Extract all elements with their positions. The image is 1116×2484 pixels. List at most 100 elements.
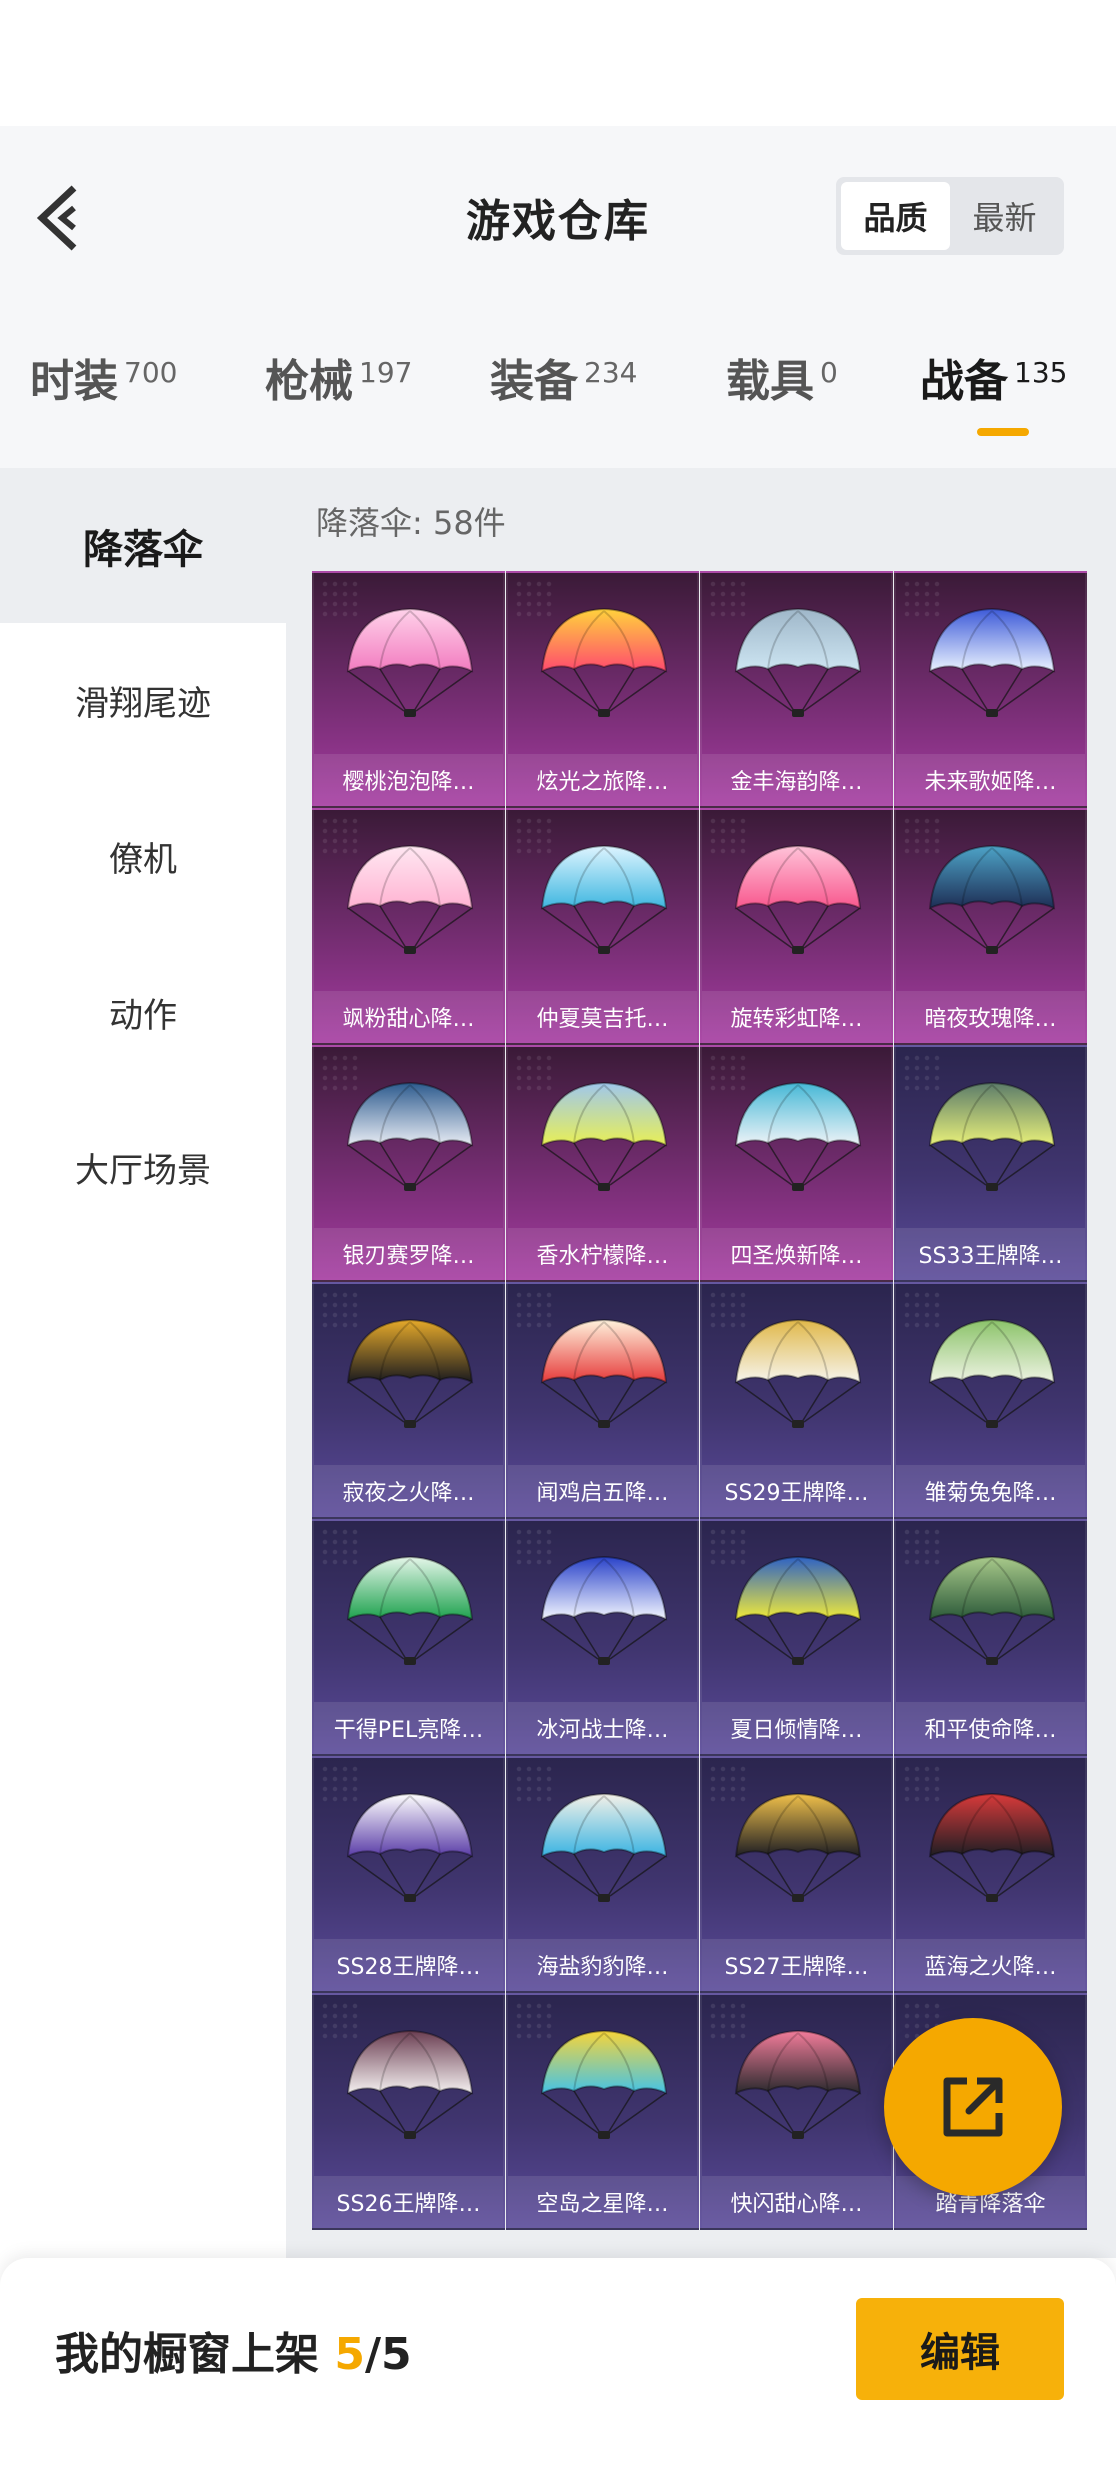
item-card[interactable]: 闻鸡启五降… — [506, 1282, 699, 1519]
sidebar-item-wingman[interactable]: 僚机 — [0, 779, 286, 934]
item-name: 飒粉甜心降… — [314, 991, 503, 1043]
parachute-icon — [734, 1792, 862, 1902]
item-name: 樱桃泡泡降… — [314, 754, 503, 806]
item-card[interactable]: 未来歌姬降… — [894, 571, 1087, 808]
sidebar-item-emote[interactable]: 动作 — [0, 935, 286, 1090]
item-count: 降落伞: 58件 — [316, 504, 506, 542]
item-card[interactable]: SS29王牌降… — [700, 1282, 893, 1519]
tab-equipment[interactable]: 装备 234 — [490, 345, 637, 445]
item-name: 蓝海之火降… — [896, 1939, 1085, 1991]
parachute-icon — [928, 1318, 1056, 1428]
item-name: 快闪甜心降… — [702, 2176, 891, 2228]
item-name: 金丰海韵降… — [702, 754, 891, 806]
sidebar-item-glide-trail[interactable]: 滑翔尾迹 — [0, 623, 286, 778]
parachute-icon — [734, 844, 862, 954]
item-card[interactable]: 炫光之旅降… — [506, 571, 699, 808]
parachute-icon — [346, 1555, 474, 1665]
parachute-icon — [540, 1555, 668, 1665]
item-card[interactable]: 金丰海韵降… — [700, 571, 893, 808]
parachute-icon — [540, 607, 668, 717]
parachute-icon — [928, 844, 1056, 954]
item-card[interactable]: 四圣焕新降… — [700, 1045, 893, 1282]
item-grid: 樱桃泡泡降… 炫光之旅降… 金丰海韵降… 未来歌姬降… 飒粉甜心降… 仲夏莫吉托… 旋转彩虹… — [312, 571, 1088, 2230]
showcase-current-count: 5 — [334, 2329, 365, 2380]
tab-count: 135 — [1014, 356, 1068, 389]
item-card[interactable]: 飒粉甜心降… — [312, 808, 505, 1045]
parachute-icon — [346, 1318, 474, 1428]
item-card[interactable]: 快闪甜心降… — [700, 1993, 893, 2230]
item-card[interactable]: 和平使命降… — [894, 1519, 1087, 1756]
item-name: 冰河战士降… — [508, 1702, 697, 1754]
tab-count: 700 — [124, 356, 178, 389]
item-card[interactable]: 樱桃泡泡降… — [312, 571, 505, 808]
item-name: SS28王牌降… — [314, 1939, 503, 1991]
item-card[interactable]: 旋转彩虹降… — [700, 808, 893, 1045]
active-tab-indicator — [977, 428, 1029, 436]
item-name: 寂夜之火降… — [314, 1465, 503, 1517]
sidebar-item-parachute[interactable]: 降落伞 — [0, 468, 286, 623]
tab-count: 197 — [359, 356, 413, 389]
item-name: 仲夏莫吉托… — [508, 991, 697, 1043]
item-name: 雏菊兔兔降… — [896, 1465, 1085, 1517]
parachute-icon — [346, 607, 474, 717]
tab-label: 时装 — [30, 356, 118, 407]
item-name: 和平使命降… — [896, 1702, 1085, 1754]
parachute-icon — [928, 1555, 1056, 1665]
item-name: 海盐豹豹降… — [508, 1939, 697, 1991]
parachute-icon — [928, 1792, 1056, 1902]
tab-label: 枪械 — [265, 356, 353, 407]
parachute-icon — [928, 607, 1056, 717]
parachute-icon — [734, 1081, 862, 1191]
showcase-status: 我的橱窗上架 5/5 — [55, 2318, 412, 2382]
tab-label: 装备 — [490, 356, 578, 407]
status-bar — [0, 0, 1116, 126]
showcase-label: 我的橱窗上架 — [55, 2329, 335, 2380]
parachute-icon — [346, 2029, 474, 2139]
item-name: 闻鸡启五降… — [508, 1465, 697, 1517]
item-card[interactable]: 蓝海之火降… — [894, 1756, 1087, 1993]
item-card[interactable]: 干得PEL亮降… — [312, 1519, 505, 1756]
item-card[interactable]: 仲夏莫吉托… — [506, 808, 699, 1045]
sort-quality-button[interactable]: 品质 — [841, 182, 950, 250]
parachute-icon — [734, 607, 862, 717]
parachute-icon — [734, 1318, 862, 1428]
item-card[interactable]: 雏菊兔兔降… — [894, 1282, 1087, 1519]
sidebar-item-lobby-scene[interactable]: 大厅场景 — [0, 1090, 286, 1245]
item-card[interactable]: SS33王牌降… — [894, 1045, 1087, 1282]
item-card[interactable]: 寂夜之火降… — [312, 1282, 505, 1519]
item-card[interactable]: 银刃赛罗降… — [312, 1045, 505, 1282]
item-card[interactable]: SS28王牌降… — [312, 1756, 505, 1993]
tab-vehicles[interactable]: 载具 0 — [726, 345, 838, 445]
item-name: 夏日倾情降… — [702, 1702, 891, 1754]
item-name: 暗夜玫瑰降… — [896, 991, 1085, 1043]
bottom-bar: 我的橱窗上架 5/5 编辑 — [0, 2258, 1116, 2484]
parachute-icon — [540, 1792, 668, 1902]
item-name: SS33王牌降… — [896, 1228, 1085, 1280]
parachute-icon — [540, 1318, 668, 1428]
item-card[interactable]: 暗夜玫瑰降… — [894, 808, 1087, 1045]
item-card[interactable]: 夏日倾情降… — [700, 1519, 893, 1756]
item-name: 炫光之旅降… — [508, 754, 697, 806]
parachute-icon — [540, 1081, 668, 1191]
item-name: 空岛之星降… — [508, 2176, 697, 2228]
tab-label: 载具 — [726, 356, 814, 407]
edit-button[interactable]: 编辑 — [856, 2298, 1064, 2400]
share-button[interactable] — [884, 2018, 1062, 2196]
item-card[interactable]: SS26王牌降… — [312, 1993, 505, 2230]
item-name: 旋转彩虹降… — [702, 991, 891, 1043]
item-panel: 降落伞: 58件 樱桃泡泡降… 炫光之旅降… 金丰海韵降… 未来歌姬降… 飒粉甜心降… 仲… — [286, 468, 1116, 2258]
tab-outfits[interactable]: 时装 700 — [30, 345, 177, 445]
tab-weapons[interactable]: 枪械 197 — [265, 345, 412, 445]
item-card[interactable]: 空岛之星降… — [506, 1993, 699, 2230]
item-card[interactable]: 香水柠檬降… — [506, 1045, 699, 1282]
item-name: SS27王牌降… — [702, 1939, 891, 1991]
sort-toggle: 品质 最新 — [836, 177, 1064, 255]
parachute-icon — [540, 2029, 668, 2139]
item-card[interactable]: SS27王牌降… — [700, 1756, 893, 1993]
item-card[interactable]: 海盐豹豹降… — [506, 1756, 699, 1993]
sidebar: 降落伞 滑翔尾迹 僚机 动作 大厅场景 — [0, 468, 286, 2258]
tab-label: 战备 — [920, 356, 1008, 407]
item-card[interactable]: 冰河战士降… — [506, 1519, 699, 1756]
item-name: SS26王牌降… — [314, 2176, 503, 2228]
sort-latest-button[interactable]: 最新 — [950, 182, 1059, 250]
